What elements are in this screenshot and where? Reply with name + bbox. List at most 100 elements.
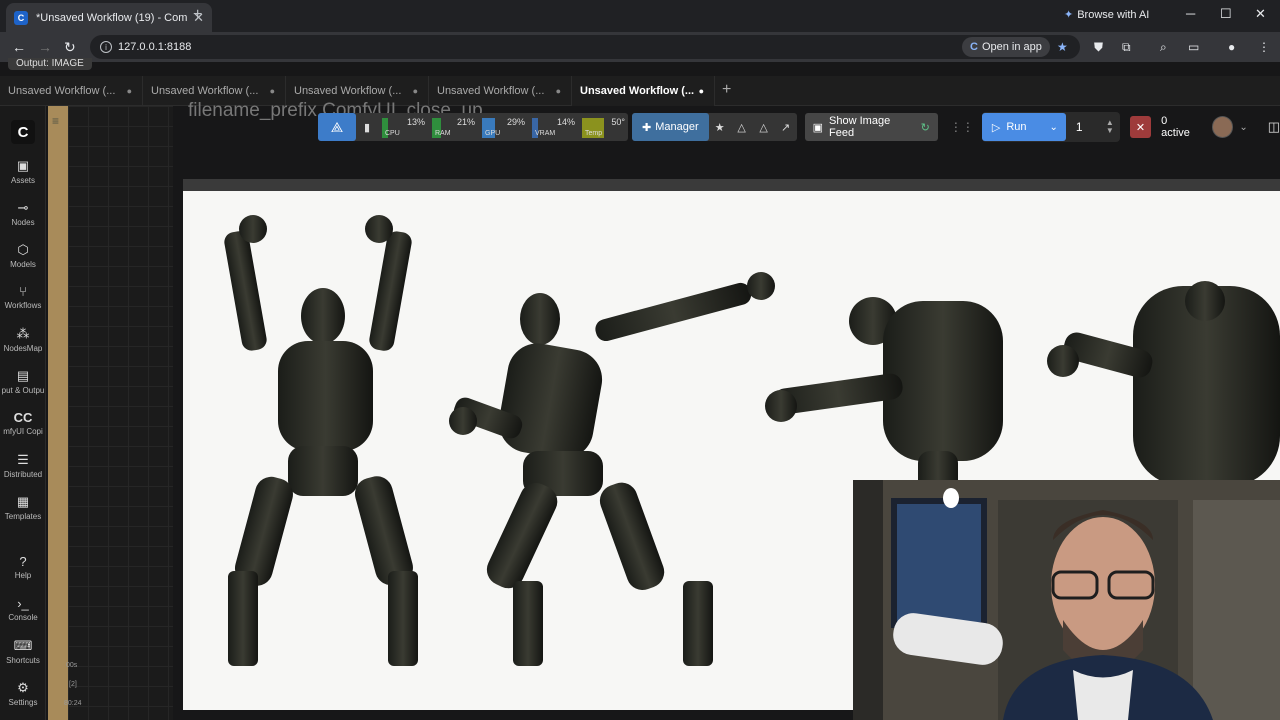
- new-tab-plus-icon[interactable]: +: [193, 6, 202, 24]
- bookmark-icon[interactable]: ▮: [356, 121, 378, 134]
- models-icon: ⬡: [17, 242, 29, 257]
- sidebar-item-label: put & Outpu: [1, 386, 45, 395]
- workflow-tab-label: Unsaved Workflow (...: [437, 85, 545, 97]
- workflow-tab[interactable]: Unsaved Workflow (... ●: [0, 76, 143, 106]
- manager-group: ✚ Manager ★ △ △ ↗: [632, 113, 797, 141]
- copilot-icon: CC: [13, 410, 33, 425]
- ram-meter: RAM 21%: [430, 113, 478, 141]
- sparkle-icon: ✦: [1064, 9, 1074, 21]
- sidebar-item-templates[interactable]: ▦ Templates: [0, 494, 46, 521]
- run-group: ▷ Run ⌄ 1 ▲ ▼: [981, 112, 1120, 142]
- comfy-favicon-icon: C: [14, 10, 28, 25]
- sidebar-item-workflows[interactable]: ⑂ Workflows: [0, 284, 46, 310]
- url-text: 127.0.0.1:8188: [118, 41, 192, 53]
- cast-icon[interactable]: ▭: [1188, 40, 1199, 54]
- comfyui-logo[interactable]: C: [11, 120, 35, 144]
- image-icon: ▣: [16, 158, 30, 173]
- help-icon: ?: [19, 554, 27, 569]
- io-icon: ▤: [16, 368, 30, 383]
- shield-extension-icon[interactable]: ⛊: [1094, 40, 1103, 55]
- url-omnibox[interactable]: i 127.0.0.1:8188: [90, 35, 1080, 59]
- browser-tab[interactable]: C *Unsaved Workflow (19) - Com ✕: [6, 3, 212, 32]
- star-icon[interactable]: ★: [709, 121, 731, 134]
- image-feed-label: Show Image Feed: [829, 115, 891, 139]
- workflow-tab-label: Unsaved Workflow (...: [151, 85, 259, 97]
- chevron-down-icon[interactable]: ⌄: [1050, 122, 1058, 133]
- batch-count-input[interactable]: 1: [1066, 113, 1106, 141]
- drag-handle-icon[interactable]: ⋮⋮: [950, 120, 974, 134]
- templates-icon: ▦: [16, 494, 30, 509]
- triangle-logo-2-icon[interactable]: △: [753, 121, 775, 134]
- timing-text: 00s: [66, 662, 78, 669]
- share-arrow-icon[interactable]: ↗: [775, 121, 797, 134]
- open-in-app-button[interactable]: C Open in app: [962, 37, 1050, 57]
- minimize-icon[interactable]: ─: [1186, 6, 1195, 21]
- sidebar-item-nodes[interactable]: ⊸ Nodes: [0, 200, 46, 227]
- window-close-icon[interactable]: ✕: [1255, 6, 1266, 22]
- temp-label: Temp: [585, 130, 603, 137]
- screen-search-icon[interactable]: ⌕: [1160, 40, 1167, 55]
- sidebar-item-input-output[interactable]: ▤ put & Outpu: [0, 368, 46, 395]
- forward-arrow-icon[interactable]: →: [38, 39, 52, 55]
- profile-avatar-icon[interactable]: ●: [1228, 40, 1235, 54]
- manager-label: Manager: [655, 121, 699, 133]
- gpu-label: GPU: [485, 130, 501, 137]
- sidebar-item-copilot[interactable]: CC mfyUI Copi: [0, 410, 46, 436]
- comfyui-app: Output: IMAGE Unsaved Workflow (... ● Uns…: [0, 58, 1280, 720]
- puzzle-extension-icon[interactable]: ⧉: [1122, 40, 1131, 55]
- show-image-feed-button[interactable]: ▣ Show Image Feed ↻: [804, 113, 938, 141]
- time-text: 80:24: [64, 700, 82, 707]
- stepper-arrows-icon[interactable]: ▲ ▼: [1106, 119, 1114, 135]
- maximize-icon[interactable]: ☐: [1220, 6, 1232, 22]
- manager-button[interactable]: ✚ Manager: [632, 113, 709, 141]
- run-button[interactable]: ▷ Run ⌄: [981, 113, 1066, 141]
- panel-toggle-icon[interactable]: ◫: [1268, 119, 1280, 135]
- unsaved-dot-icon: ●: [126, 86, 132, 96]
- user-avatar[interactable]: [1211, 116, 1234, 138]
- workflow-tab-active[interactable]: Unsaved Workflow (... ●: [572, 76, 715, 106]
- sidebar-item-models[interactable]: ⬡ Models: [0, 242, 46, 269]
- ram-value: 21%: [456, 117, 475, 127]
- bookmark-star-icon[interactable]: ★: [1057, 40, 1068, 54]
- unsaved-dot-icon: ●: [698, 86, 704, 96]
- workflow-tab-label: Unsaved Workflow (...: [294, 85, 402, 97]
- sidebar-item-label: Distributed: [3, 470, 43, 479]
- cancel-run-button[interactable]: ✕: [1129, 116, 1152, 138]
- info-icon[interactable]: i: [100, 41, 112, 53]
- sidebar-item-label: Help: [14, 571, 32, 580]
- back-arrow-icon[interactable]: ←: [12, 39, 26, 55]
- browse-with-ai-button[interactable]: ✦ Browse with AI: [1064, 8, 1149, 22]
- sidebar-item-settings[interactable]: ⚙ Settings: [0, 680, 46, 707]
- puzzle-icon: ✚: [642, 121, 652, 134]
- nodes-icon: ⊸: [17, 200, 29, 215]
- sidebar-item-nodesmap[interactable]: ⁂ NodesMap: [0, 326, 46, 353]
- hamburger-menu-icon[interactable]: ≡: [52, 114, 59, 128]
- unsaved-dot-icon: ●: [269, 86, 275, 96]
- sidebar-item-label: Templates: [4, 512, 42, 521]
- keyboard-icon: ⌨: [13, 638, 33, 653]
- nodesmap-icon: ⁂: [16, 326, 30, 341]
- distributed-icon: ☰: [17, 452, 29, 467]
- sidebar-item-console[interactable]: ›_ Console: [0, 596, 46, 622]
- sidebar-item-distributed[interactable]: ☰ Distributed: [0, 452, 46, 479]
- sidebar-item-assets[interactable]: ▣ Assets: [0, 158, 46, 185]
- crystools-monitor: ⟁ ▮ CPU 13% RAM 21% GPU 29% VRAM 14% Temp 50°: [318, 113, 628, 141]
- sidebar-item-shortcuts[interactable]: ⌨ Shortcuts: [0, 638, 46, 665]
- refresh-icon: ↻: [920, 121, 930, 134]
- presenter-video: [853, 480, 1280, 720]
- sidebar-item-label: Shortcuts: [6, 656, 40, 665]
- temp-value: 50°: [611, 117, 625, 127]
- reload-icon[interactable]: ↻: [64, 39, 76, 56]
- browser-menu-icon[interactable]: ⋮: [1258, 40, 1270, 54]
- sidebar-item-help[interactable]: ? Help: [0, 554, 46, 580]
- node-group-bar: [48, 106, 68, 720]
- triangle-logo-icon[interactable]: △: [731, 121, 753, 134]
- cpu-label: CPU: [385, 130, 400, 137]
- left-sidebar: C ▣ Assets ⊸ Nodes ⬡ Models ⑂ Workflows ⁂ Nod…: [0, 106, 46, 720]
- ram-label: RAM: [435, 130, 451, 137]
- crystools-logo-icon[interactable]: ⟁: [318, 113, 356, 141]
- add-workflow-tab-icon[interactable]: +: [722, 81, 731, 99]
- node-canvas[interactable]: [68, 106, 173, 720]
- temp-meter: Temp 50°: [580, 113, 628, 141]
- chevron-down-icon[interactable]: ⌄: [1239, 122, 1247, 133]
